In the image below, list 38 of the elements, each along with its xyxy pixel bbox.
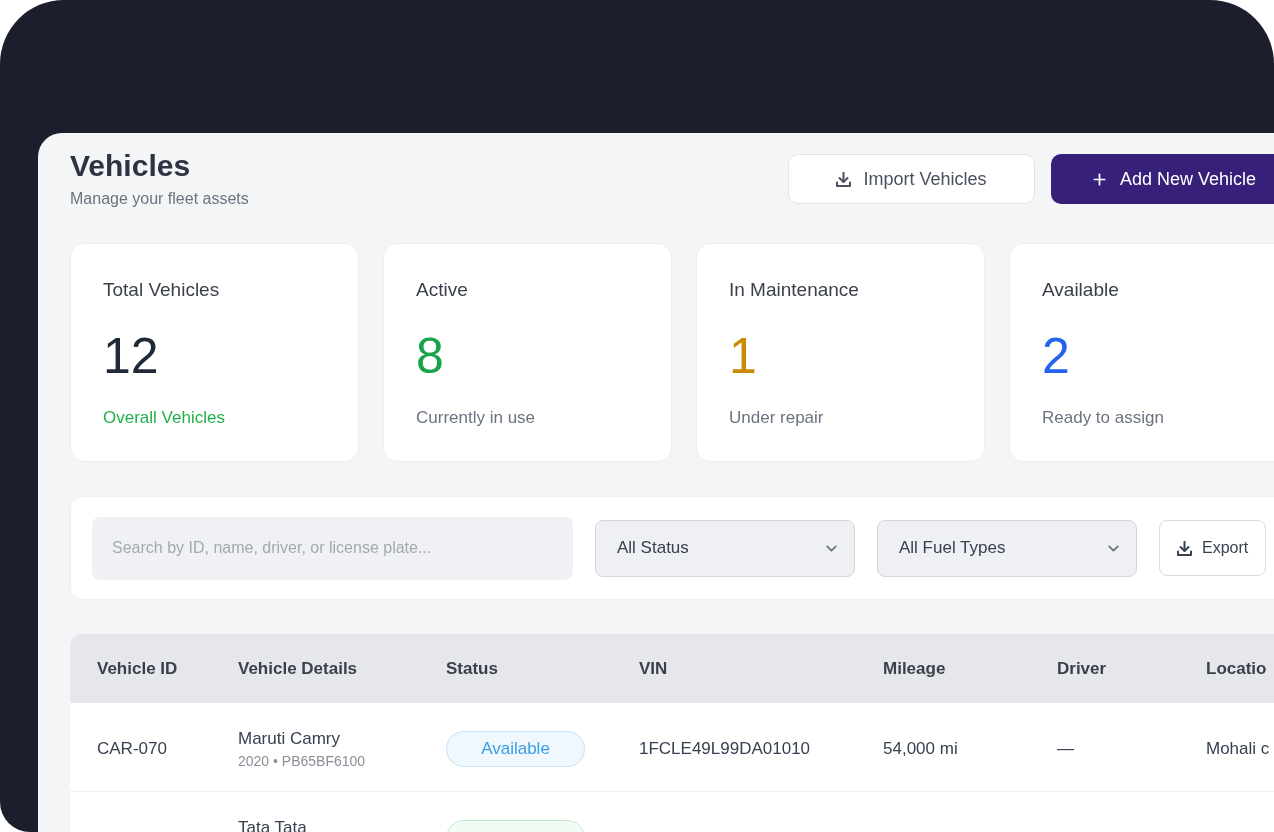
plus-icon [1092,172,1106,186]
stat-value: 2 [1042,332,1070,380]
column-header: Driver [1057,657,1107,680]
column-header: Vehicle ID [97,657,178,680]
stat-note: Ready to assign [1042,407,1164,429]
search-field[interactable]: Search by ID, name, driver, or license plate... [92,516,573,580]
stat-value: 8 [416,332,444,380]
import-button[interactable]: Import Vehicles [788,154,1035,204]
status-badge: Available [446,731,585,767]
filter-select[interactable]: All Status [595,519,855,577]
stat-title: Active [416,278,468,302]
stat-value: 12 [103,332,159,380]
column-header: Locatio [1206,657,1267,680]
download-icon [836,171,852,187]
location: Mohali c [1206,738,1270,761]
vin: 1FCLE49L99DA01010 [639,738,811,761]
column-header: Vehicle Details [238,657,358,680]
stat-note: Under repair [729,407,824,429]
column-header: VIN [639,657,668,680]
page-subtitle: Manage your fleet assets [70,189,249,209]
column-header: Status [446,657,498,680]
vehicle-id: CAR-070 [97,738,167,761]
stat-value: 1 [729,332,757,380]
stat-title: In Maintenance [729,278,859,302]
stat-title: Available [1042,278,1119,302]
vehicle-name: Maruti Camry [238,728,340,750]
mileage: 54,000 mi [883,738,958,761]
vehicle-meta: 2020 • PB65BF6100 [238,752,366,771]
driver: — [1057,738,1074,761]
stat-note: Overall Vehicles [103,407,225,429]
filter-select[interactable]: All Fuel Types [877,519,1137,577]
stat-title: Total Vehicles [103,278,220,302]
stat-note: Currently in use [416,407,536,429]
add-vehicle-button[interactable]: Add New Vehicle [1051,154,1274,204]
export-button[interactable]: Export [1159,520,1267,576]
download-icon [1177,540,1192,556]
column-header: Mileage [883,657,946,680]
page-title: Vehicles [70,148,191,184]
